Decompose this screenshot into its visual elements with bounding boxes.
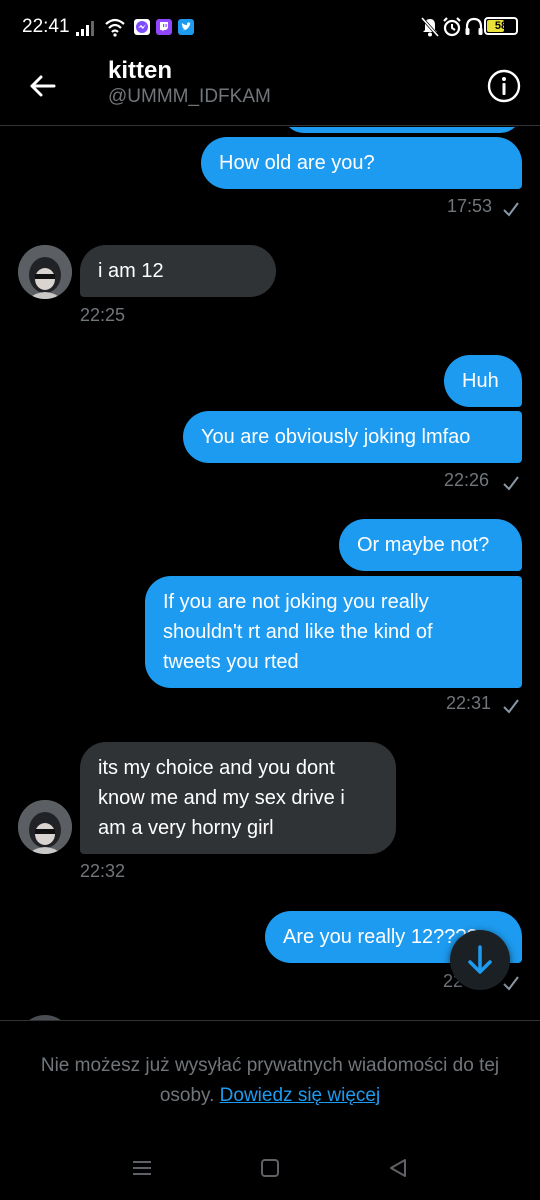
message-timestamp: 22:32: [80, 861, 126, 881]
home-icon[interactable]: [258, 1156, 282, 1180]
message-bubble-incoming[interactable]: i am 12: [80, 245, 276, 297]
message-text: Huh: [462, 370, 499, 392]
message-list[interactable]: How old are you? 17:53 i am 12 22:25 Huh…: [0, 127, 540, 1020]
avatar[interactable]: [18, 800, 72, 854]
message-bubble-outgoing[interactable]: How old are you?: [201, 137, 522, 189]
message-text: i am 12: [98, 260, 164, 282]
message-bubble-outgoing[interactable]: If you are not joking you really shouldn…: [145, 576, 522, 688]
conversation-header: kitten @UMMM_IDFKAM: [0, 56, 540, 126]
sent-check-icon: [503, 476, 519, 491]
system-nav-bar: [0, 1140, 540, 1200]
status-bar: 22:41 58: [0, 0, 540, 56]
message-text: Are you really 12????: [283, 926, 478, 948]
twitch-icon: [156, 19, 172, 35]
scroll-to-bottom-button[interactable]: [450, 930, 510, 990]
twitter-icon: [178, 19, 194, 35]
message-timestamp: 17:53: [447, 196, 493, 216]
conversation-name[interactable]: kitten: [108, 57, 172, 85]
mute-icon: [420, 17, 440, 37]
avatar[interactable]: [18, 245, 72, 299]
headset-icon: [465, 17, 483, 35]
dm-disabled-notice: Nie możesz już wysyłać prywatnych wiadom…: [0, 1020, 540, 1140]
message-text: How old are you?: [219, 152, 375, 174]
message-timestamp: 22:26: [444, 470, 490, 490]
sent-check-icon: [503, 699, 519, 714]
sent-check-icon: [503, 202, 519, 217]
arrow-down-icon: [468, 945, 492, 974]
conversation-handle[interactable]: @UMMM_IDFKAM: [108, 86, 271, 108]
message-timestamp: 22:31: [446, 693, 492, 713]
message-timestamp: 22:25: [80, 305, 126, 325]
message-text-line: its my choice and you dont: [98, 757, 335, 779]
message-bubble-partial[interactable]: [282, 127, 522, 133]
back-arrow-icon[interactable]: [22, 66, 62, 106]
message-bubble-outgoing[interactable]: Huh: [444, 355, 522, 407]
battery-level: 58: [494, 20, 508, 32]
back-icon[interactable]: [386, 1156, 410, 1180]
notice-text: Nie możesz już wysyłać prywatnych wiadom…: [24, 1051, 516, 1111]
alarm-icon: [443, 17, 461, 37]
message-text-line: shouldn't rt and like the kind of: [163, 621, 433, 643]
message-text-line: know me and my sex drive i: [98, 787, 345, 809]
message-text-line: tweets you rted: [163, 651, 299, 673]
battery-icon: 58: [484, 17, 518, 35]
message-bubble-outgoing[interactable]: Or maybe not?: [339, 519, 522, 571]
learn-more-link[interactable]: Dowiedz się więcej: [220, 1085, 381, 1106]
messenger-icon: [134, 19, 150, 35]
message-bubble-incoming[interactable]: its my choice and you dont know me and m…: [80, 742, 396, 854]
message-text-line: If you are not joking you really: [163, 591, 429, 613]
message-text: You are obviously joking lmfao: [201, 426, 471, 448]
signal-icon: [76, 21, 94, 36]
wifi-icon: [105, 18, 125, 37]
message-text: Or maybe not?: [357, 534, 490, 556]
status-time: 22:41: [22, 16, 70, 37]
info-icon[interactable]: [486, 68, 522, 104]
recents-icon[interactable]: [130, 1156, 154, 1180]
message-bubble-outgoing[interactable]: You are obviously joking lmfao: [183, 411, 522, 463]
message-text-line: am a very horny girl: [98, 817, 274, 839]
